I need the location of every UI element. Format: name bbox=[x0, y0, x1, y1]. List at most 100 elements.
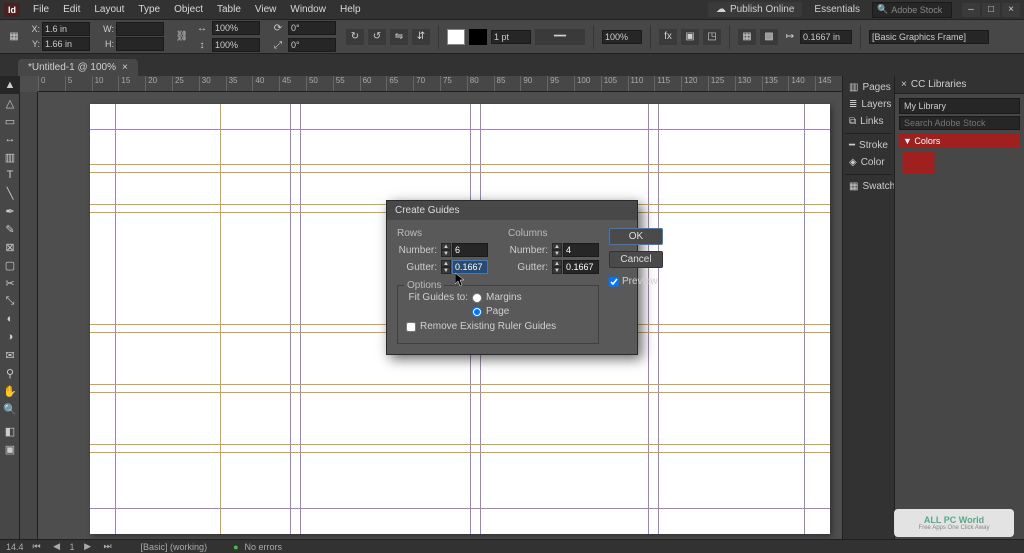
first-page-button[interactable]: ⏮ bbox=[30, 541, 44, 552]
fill-stroke-proxy[interactable]: ◧ bbox=[0, 422, 20, 440]
scale-y-input[interactable] bbox=[212, 38, 260, 52]
rows-number-input[interactable] bbox=[452, 243, 488, 257]
menu-edit[interactable]: Edit bbox=[56, 2, 87, 17]
scale-x-input[interactable] bbox=[212, 21, 260, 35]
object-style-select[interactable] bbox=[869, 30, 989, 44]
fit-frame-button[interactable]: ▩ bbox=[760, 29, 778, 45]
window-close[interactable]: × bbox=[1002, 3, 1020, 17]
status-zoom[interactable]: 14.4 bbox=[6, 542, 24, 552]
text-wrap-button[interactable]: ▣ bbox=[681, 29, 699, 45]
flip-v-button[interactable]: ⇵ bbox=[412, 29, 430, 45]
dialog-title[interactable]: Create Guides bbox=[387, 201, 637, 220]
x-input[interactable] bbox=[42, 22, 90, 36]
note-tool[interactable]: ✉ bbox=[0, 346, 20, 364]
rectangle-tool[interactable]: ▢ bbox=[0, 256, 20, 274]
view-mode-toggle[interactable]: ▣ bbox=[0, 440, 20, 458]
cols-gutter-spinner[interactable]: ▲▼ bbox=[552, 260, 562, 274]
gradient-feather-tool[interactable]: ◑ bbox=[0, 328, 20, 346]
color-swatch-red[interactable] bbox=[903, 152, 935, 174]
pen-tool[interactable]: ✒ bbox=[0, 202, 20, 220]
vertical-ruler[interactable] bbox=[20, 92, 38, 543]
stroke-panel-icon[interactable]: ━Stroke bbox=[845, 138, 892, 153]
next-page-button[interactable]: ▶ bbox=[81, 541, 95, 552]
constrain-icon[interactable]: ⛓ bbox=[174, 29, 190, 45]
zoom-input[interactable] bbox=[602, 30, 642, 44]
shear-input[interactable] bbox=[288, 38, 336, 52]
menu-window[interactable]: Window bbox=[283, 2, 333, 17]
stroke-weight-input[interactable] bbox=[491, 30, 531, 44]
cols-number-input[interactable] bbox=[563, 243, 599, 257]
h-input[interactable] bbox=[116, 37, 164, 51]
rotate-90-ccw-button[interactable]: ↺ bbox=[368, 29, 386, 45]
rotate-90-cw-button[interactable]: ↻ bbox=[346, 29, 364, 45]
scissors-tool[interactable]: ✂ bbox=[0, 274, 20, 292]
rows-number-spinner[interactable]: ▲▼ bbox=[441, 243, 451, 257]
effects-button[interactable]: fx bbox=[659, 29, 677, 45]
status-page-input[interactable]: 1 bbox=[70, 542, 75, 552]
x-offset-input[interactable] bbox=[800, 30, 852, 44]
gap-tool[interactable]: ↔ bbox=[0, 130, 20, 148]
zoom-tool[interactable]: 🔍 bbox=[0, 400, 20, 418]
library-select[interactable] bbox=[899, 98, 1020, 114]
cols-number-spinner[interactable]: ▲▼ bbox=[552, 243, 562, 257]
fill-swatch[interactable] bbox=[447, 29, 465, 45]
links-panel-icon[interactable]: ⧉Links bbox=[845, 114, 892, 129]
reference-point-proxy[interactable]: ▦ bbox=[6, 29, 22, 45]
line-tool[interactable]: ╲ bbox=[0, 184, 20, 202]
rotation-input[interactable] bbox=[288, 21, 336, 35]
menu-table[interactable]: Table bbox=[210, 2, 248, 17]
window-minimize[interactable]: – bbox=[962, 3, 980, 17]
colors-section-header[interactable]: ▼ Colors bbox=[899, 134, 1020, 148]
menu-view[interactable]: View bbox=[248, 2, 284, 17]
page-tool[interactable]: ▭ bbox=[0, 112, 20, 130]
library-search[interactable] bbox=[899, 116, 1020, 130]
direct-selection-tool[interactable]: △ bbox=[0, 94, 20, 112]
pencil-tool[interactable]: ✎ bbox=[0, 220, 20, 238]
layers-panel-icon[interactable]: ≣Layers bbox=[845, 97, 892, 112]
selection-tool[interactable]: ▲ bbox=[0, 76, 20, 94]
color-panel-icon[interactable]: ◈Color bbox=[845, 155, 892, 170]
eyedropper-tool[interactable]: ⚲ bbox=[0, 364, 20, 382]
menu-help[interactable]: Help bbox=[333, 2, 368, 17]
last-page-button[interactable]: ⏭ bbox=[101, 541, 115, 552]
free-transform-tool[interactable]: ⤡ bbox=[0, 292, 20, 310]
rows-gutter-input[interactable] bbox=[452, 260, 488, 274]
document-tab[interactable]: *Untitled-1 @ 100% × bbox=[18, 59, 138, 76]
ok-button[interactable]: OK bbox=[609, 228, 663, 245]
menu-file[interactable]: File bbox=[26, 2, 56, 17]
fit-page-radio[interactable] bbox=[472, 307, 482, 317]
horizontal-ruler[interactable]: 0510152025303540455055606570758085909510… bbox=[38, 76, 842, 92]
stroke-swatch[interactable] bbox=[469, 29, 487, 45]
y-input[interactable] bbox=[42, 37, 90, 51]
status-preflight-profile[interactable]: [Basic] (working) bbox=[141, 542, 208, 552]
cancel-button[interactable]: Cancel bbox=[609, 251, 663, 268]
stroke-style-dropdown[interactable]: ━━ bbox=[535, 29, 585, 45]
close-icon[interactable]: × bbox=[901, 79, 907, 90]
menu-type[interactable]: Type bbox=[131, 2, 167, 17]
hand-tool[interactable]: ✋ bbox=[0, 382, 20, 400]
cc-libraries-tab[interactable]: ×CC Libraries bbox=[895, 76, 1024, 94]
content-collector-tool[interactable]: ▥ bbox=[0, 148, 20, 166]
corner-options-button[interactable]: ◳ bbox=[703, 29, 721, 45]
flip-h-button[interactable]: ⇋ bbox=[390, 29, 408, 45]
preview-checkbox[interactable] bbox=[609, 277, 619, 287]
document-tab-close[interactable]: × bbox=[122, 62, 128, 73]
search-adobe-stock[interactable]: 🔍 Adobe Stock bbox=[872, 2, 952, 18]
w-input[interactable] bbox=[116, 22, 164, 36]
menu-layout[interactable]: Layout bbox=[87, 2, 131, 17]
rows-gutter-spinner[interactable]: ▲▼ bbox=[441, 260, 451, 274]
window-maximize[interactable]: □ bbox=[982, 3, 1000, 17]
menu-object[interactable]: Object bbox=[167, 2, 210, 17]
prev-page-button[interactable]: ◀ bbox=[50, 541, 64, 552]
gradient-swatch-tool[interactable]: ◐ bbox=[0, 310, 20, 328]
type-tool[interactable]: T bbox=[0, 166, 20, 184]
remove-guides-checkbox[interactable] bbox=[406, 322, 416, 332]
fit-content-button[interactable]: ▦ bbox=[738, 29, 756, 45]
workspace-switcher[interactable]: Essentials bbox=[808, 2, 866, 17]
publish-online-button[interactable]: ☁ Publish Online bbox=[708, 2, 802, 17]
rectangle-frame-tool[interactable]: ⊠ bbox=[0, 238, 20, 256]
swatches-panel-icon[interactable]: ▦Swatches bbox=[845, 179, 892, 194]
cols-gutter-input[interactable] bbox=[563, 260, 599, 274]
pages-panel-icon[interactable]: ▥Pages bbox=[845, 80, 892, 95]
fit-margins-radio[interactable] bbox=[472, 293, 482, 303]
